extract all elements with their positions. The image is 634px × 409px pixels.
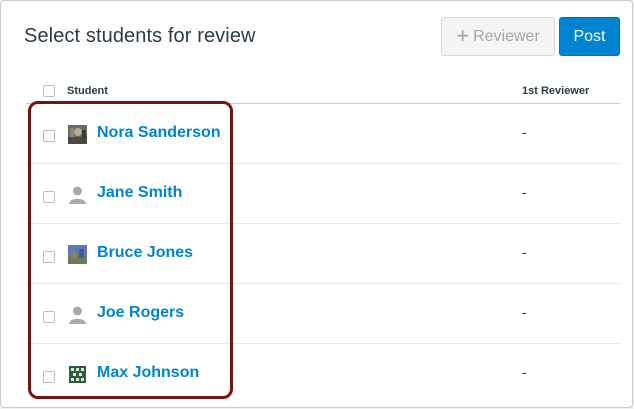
student-checkbox[interactable] xyxy=(43,130,55,142)
student-checkbox[interactable] xyxy=(43,251,55,263)
student-avatar xyxy=(68,125,87,144)
table-row: Bruce Jones - xyxy=(26,224,620,284)
default-user-icon xyxy=(68,305,87,324)
reviewer-value: - xyxy=(522,184,527,200)
student-name-link[interactable]: Jane Smith xyxy=(97,184,182,202)
post-button[interactable]: Post xyxy=(559,17,620,56)
plus-icon: + xyxy=(456,22,470,48)
add-reviewer-label: Reviewer xyxy=(473,27,540,45)
student-checkbox[interactable] xyxy=(43,311,55,323)
table-row: Nora Sanderson - xyxy=(26,104,620,164)
add-reviewer-button[interactable]: + Reviewer xyxy=(441,17,555,56)
student-column-header: Student xyxy=(67,85,108,97)
student-checkbox[interactable] xyxy=(43,371,55,383)
student-checkbox[interactable] xyxy=(43,191,55,203)
table-row: Jane Smith - xyxy=(26,164,620,224)
table-row: Joe Rogers - xyxy=(26,284,620,344)
select-all-checkbox[interactable] xyxy=(43,85,55,97)
student-name-link[interactable]: Nora Sanderson xyxy=(97,124,221,142)
student-avatar xyxy=(68,365,87,384)
page-title: Select students for review xyxy=(24,25,256,47)
student-name-link[interactable]: Bruce Jones xyxy=(97,244,193,262)
reviewer-value: - xyxy=(522,124,527,140)
reviewer-value: - xyxy=(522,304,527,320)
reviewer-value: - xyxy=(522,364,527,380)
table-header: Student 1st Reviewer xyxy=(26,78,620,104)
table-row: Max Johnson - xyxy=(26,344,620,404)
student-name-link[interactable]: Max Johnson xyxy=(97,364,199,382)
reviewer-value: - xyxy=(522,244,527,260)
default-user-icon xyxy=(68,185,87,204)
student-avatar xyxy=(68,245,87,264)
first-reviewer-column-header: 1st Reviewer xyxy=(522,85,590,97)
review-panel: Select students for review + Reviewer Po… xyxy=(0,0,633,408)
student-name-link[interactable]: Joe Rogers xyxy=(97,304,184,322)
